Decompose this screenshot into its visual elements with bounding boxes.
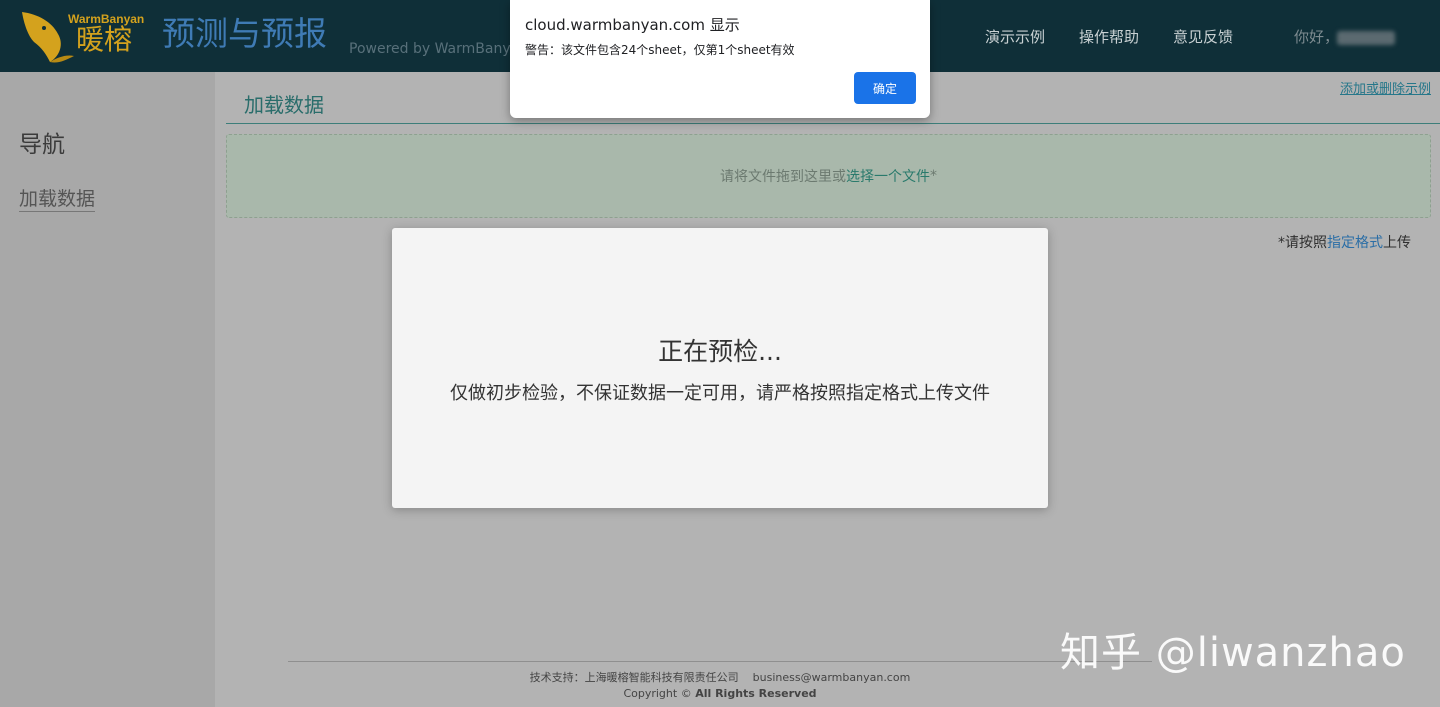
sidebar-title: 导航 [19, 132, 65, 158]
format-note: *请按照指定格式上传 [1278, 232, 1411, 252]
nav-feedback[interactable]: 意见反馈 [1173, 26, 1233, 47]
nav-demo-examples[interactable]: 演示示例 [985, 26, 1045, 47]
browser-alert-dialog: cloud.warmbanyan.com 显示 警告：该文件包含24个sheet… [510, 0, 930, 118]
sidebar-item-load-data[interactable]: 加载数据 [19, 187, 96, 212]
format-spec-link[interactable]: 指定格式 [1327, 235, 1383, 251]
precheck-message: 仅做初步检验，不保证数据一定可用，请严格按照指定格式上传文件 [450, 383, 990, 404]
user-greeting: 你好， [1294, 28, 1340, 46]
format-note-prefix: *请按照 [1278, 235, 1327, 251]
app-title: 预测与预报 [162, 14, 327, 53]
zhihu-watermark: 知乎 @liwanzhao [1060, 630, 1406, 676]
precheck-title: 正在预检... [658, 337, 782, 366]
powered-by: Powered by WarmBanyan [349, 41, 529, 57]
copyright-text: Copyright © [623, 687, 692, 700]
footer-company: 技术支持：上海暖榕智能科技有限责任公司 [529, 671, 739, 684]
page-title: 加载数据 [244, 93, 324, 117]
nav-help[interactable]: 操作帮助 [1079, 26, 1139, 47]
footer-email[interactable]: business@warmbanyan.com [753, 671, 911, 684]
footer-divider [288, 661, 1152, 662]
precheck-modal: 正在预检... 仅做初步检验，不保证数据一定可用，请严格按照指定格式上传文件 [392, 228, 1048, 508]
footer-copyright: Copyright © All Rights Reserved [0, 687, 1440, 700]
blurred-username[interactable] [1337, 31, 1395, 45]
rights-text: All Rights Reserved [695, 687, 817, 700]
format-note-suffix: 上传 [1383, 235, 1411, 251]
dropzone-prompt: 请将文件拖到这里或 [720, 169, 846, 185]
choose-file-link[interactable]: 选择一个文件 [846, 166, 930, 186]
alert-ok-button[interactable]: 确定 [854, 72, 916, 104]
alert-message: 警告：该文件包含24个sheet，仅第1个sheet有效 [525, 43, 795, 57]
title-divider [226, 123, 1440, 124]
file-dropzone[interactable]: 请将文件拖到这里或 选择一个文件 * [226, 134, 1431, 218]
alert-origin: cloud.warmbanyan.com 显示 [525, 16, 740, 34]
sidebar: 导航 加载数据 [0, 72, 215, 707]
dropzone-asterisk: * [930, 168, 937, 184]
manage-examples-link[interactable]: 添加或删除示例 [1340, 78, 1431, 97]
logo-chinese: 暖榕 [76, 23, 133, 56]
